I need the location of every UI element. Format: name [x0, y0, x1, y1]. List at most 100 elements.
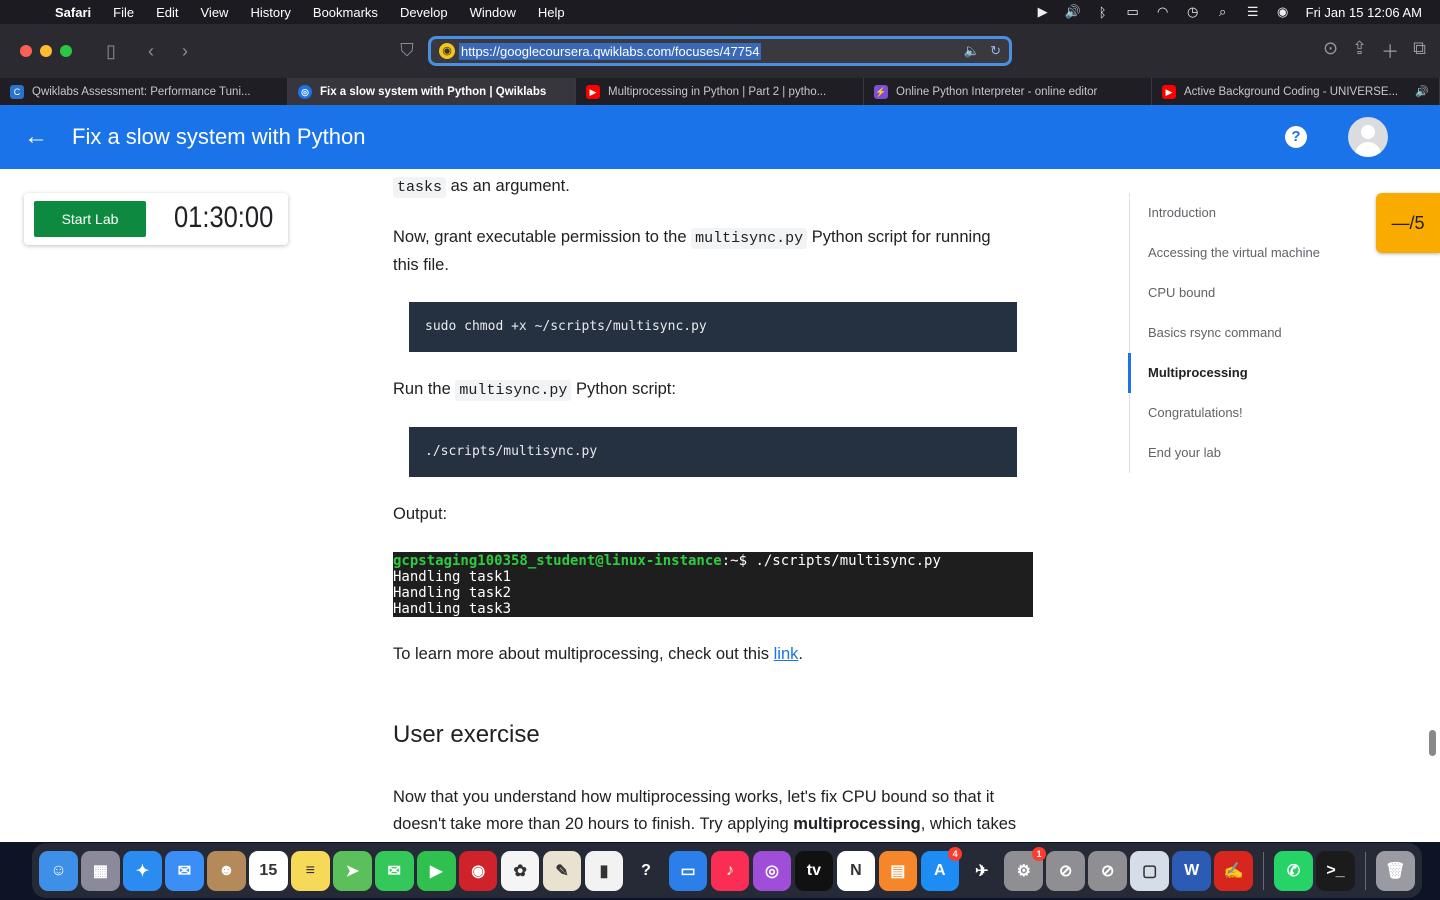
toc-item-congratulations[interactable]: Congratulations! — [1130, 393, 1369, 433]
calendar-icon[interactable]: 15 — [249, 850, 288, 891]
tab-overview-icon[interactable]: ⧉ — [1413, 38, 1426, 64]
menu-window[interactable]: Window — [459, 5, 527, 20]
avatar[interactable] — [1348, 117, 1388, 157]
photobooth-icon[interactable]: ◉ — [458, 850, 498, 891]
url-text[interactable]: https://googlecoursera.qwiklabs.com/focu… — [459, 42, 762, 60]
tab-bar: C Qwiklabs Assessment: Performance Tuni.… — [0, 78, 1440, 105]
toc-item-end-lab[interactable]: End your lab — [1130, 433, 1369, 473]
forward-arrow-icon[interactable]: › — [168, 41, 202, 62]
excel-blocked-icon[interactable]: ⊘ — [1088, 850, 1127, 891]
podcasts-icon[interactable]: ◎ — [752, 850, 792, 891]
back-arrow-icon[interactable]: ← — [0, 123, 72, 151]
toc-item-multiprocessing[interactable]: Multiprocessing — [1128, 353, 1369, 393]
new-tab-icon[interactable]: ＋ — [1381, 38, 1399, 64]
tab-label: Qwiklabs Assessment: Performance Tuni... — [32, 85, 251, 98]
score-badge[interactable]: —/5 — [1376, 193, 1440, 253]
tab-background-coding[interactable]: ▶ Active Background Coding - UNIVERSE...… — [1152, 78, 1440, 105]
finder-icon[interactable]: ☺ — [39, 850, 78, 891]
menubar-clock[interactable]: Fri Jan 15 12:06 AM — [1306, 5, 1422, 20]
help-icon[interactable]: ? — [1285, 126, 1307, 148]
tab-fix-slow-system[interactable]: ◎ Fix a slow system with Python | Qwikla… — [288, 78, 576, 105]
toc-item-accessing-vm[interactable]: Accessing the virtual machine — [1130, 233, 1369, 273]
menu-bookmarks[interactable]: Bookmarks — [302, 5, 389, 20]
time-machine-icon[interactable]: ◷ — [1178, 4, 1208, 20]
contacts-icon[interactable]: ☻ — [207, 850, 246, 891]
multiprocessing-link[interactable]: link — [774, 645, 799, 663]
maps-icon[interactable]: ➤ — [332, 850, 372, 891]
close-window-button[interactable] — [20, 45, 32, 57]
menu-help[interactable]: Help — [527, 5, 576, 20]
zoom-window-button[interactable] — [60, 45, 72, 57]
menu-app-name[interactable]: Safari — [44, 5, 102, 20]
safari-icon[interactable]: ✦ — [123, 850, 162, 891]
back-arrow-icon[interactable]: ‹ — [134, 41, 168, 62]
share-icon[interactable]: ⇪ — [1352, 38, 1367, 64]
messages-icon[interactable]: ✉ — [374, 850, 414, 891]
terminal-icon[interactable]: >_ — [1316, 850, 1355, 891]
tv-icon[interactable]: tv — [794, 850, 834, 891]
code-block-chmod[interactable]: sudo chmod +x ~/scripts/multisync.py — [409, 302, 1017, 352]
page-scrollbar[interactable] — [1429, 730, 1436, 756]
numbers-icon[interactable]: ▮ — [584, 850, 624, 891]
paragraph-text: Now that you understand how multiprocess… — [393, 788, 995, 806]
preview-icon[interactable]: ✎ — [542, 850, 582, 891]
downloads-icon[interactable]: ⊙ — [1323, 38, 1338, 64]
battery-icon[interactable]: ▭ — [1118, 4, 1148, 20]
dock-separator — [1263, 851, 1265, 890]
paragraph-text: as an argument. — [446, 177, 570, 195]
whatsapp-icon[interactable]: ✆ — [1274, 850, 1313, 891]
paragraph-learn-more: To learn more about multiprocessing, che… — [393, 641, 803, 668]
books-icon[interactable]: ▤ — [878, 850, 918, 891]
blocked-app-icon[interactable]: ⊘ — [1046, 850, 1086, 891]
tab-online-python[interactable]: ⚡ Online Python Interpreter - online edi… — [864, 78, 1152, 105]
menu-history[interactable]: History — [239, 5, 301, 20]
toc-item-rsync[interactable]: Basics rsync command — [1130, 313, 1369, 353]
paragraph-text: this file. — [393, 256, 449, 274]
address-bar[interactable]: ◉ https://googlecoursera.qwiklabs.com/fo… — [428, 36, 1012, 66]
menu-develop[interactable]: Develop — [389, 5, 459, 20]
acrobat-icon[interactable]: ✍ — [1214, 850, 1253, 891]
news-icon[interactable]: N — [836, 850, 876, 891]
mail-icon[interactable]: ✉ — [165, 850, 204, 891]
toc-item-introduction[interactable]: Introduction — [1130, 193, 1369, 233]
menu-bar: Safari File Edit View History Bookmarks … — [0, 0, 1440, 24]
privacy-shield-icon[interactable]: ⛉ — [390, 40, 424, 61]
tab-audio-icon[interactable]: 🔈 — [964, 43, 980, 59]
trash-icon[interactable]: 🗑 — [1376, 850, 1415, 891]
tab-label: Multiprocessing in Python | Part 2 | pyt… — [608, 85, 827, 98]
site-favicon-icon: ◉ — [439, 43, 455, 59]
menu-edit[interactable]: Edit — [145, 5, 189, 20]
music-icon[interactable]: ♪ — [710, 850, 750, 891]
photos-icon[interactable]: ✿ — [500, 850, 540, 891]
minimize-window-button[interactable] — [40, 45, 52, 57]
notes-icon[interactable]: ≡ — [291, 850, 330, 891]
control-center-icon[interactable]: ☰ — [1238, 4, 1268, 20]
system-preferences-icon[interactable]: ⚙ 1 — [1004, 846, 1047, 891]
wifi-icon[interactable]: ◠ — [1148, 4, 1178, 20]
bluetooth-icon[interactable]: ᛒ — [1088, 5, 1118, 20]
menu-view[interactable]: View — [190, 5, 240, 20]
toc-item-cpu-bound[interactable]: CPU bound — [1130, 273, 1369, 313]
volume-icon[interactable]: 🔊 — [1058, 4, 1088, 20]
sidebar-toggle-icon[interactable]: ▯ — [94, 41, 128, 62]
help-icon[interactable]: ? — [627, 851, 666, 891]
speaker-icon[interactable]: 🔊 — [1415, 85, 1429, 98]
facetime-icon[interactable]: ▶ — [416, 850, 456, 891]
spotlight-search-icon[interactable]: ⌕ — [1208, 4, 1238, 20]
siri-icon[interactable]: ◉ — [1268, 4, 1298, 20]
paragraph-text: Python script for running — [807, 228, 991, 246]
start-lab-button[interactable]: Start Lab — [34, 201, 146, 237]
tab-multiprocessing-video[interactable]: ▶ Multiprocessing in Python | Part 2 | p… — [576, 78, 864, 105]
word-icon[interactable]: W — [1172, 850, 1211, 891]
paragraph-text: Python script: — [571, 380, 676, 398]
rocket-icon[interactable]: ✈ — [963, 851, 1002, 891]
keynote-icon[interactable]: ▭ — [668, 850, 708, 891]
reload-icon[interactable]: ↻ — [990, 43, 1001, 59]
code-block-run[interactable]: ./scripts/multisync.py — [409, 427, 1017, 477]
window-icon[interactable]: ▢ — [1130, 850, 1169, 891]
appstore-icon[interactable]: A4 — [920, 846, 963, 891]
tab-qwiklabs-assessment[interactable]: C Qwiklabs Assessment: Performance Tuni.… — [0, 78, 288, 105]
play-status-icon[interactable]: ▶ — [1028, 4, 1058, 20]
menu-file[interactable]: File — [102, 5, 145, 20]
launchpad-icon[interactable]: ▦ — [81, 850, 120, 891]
